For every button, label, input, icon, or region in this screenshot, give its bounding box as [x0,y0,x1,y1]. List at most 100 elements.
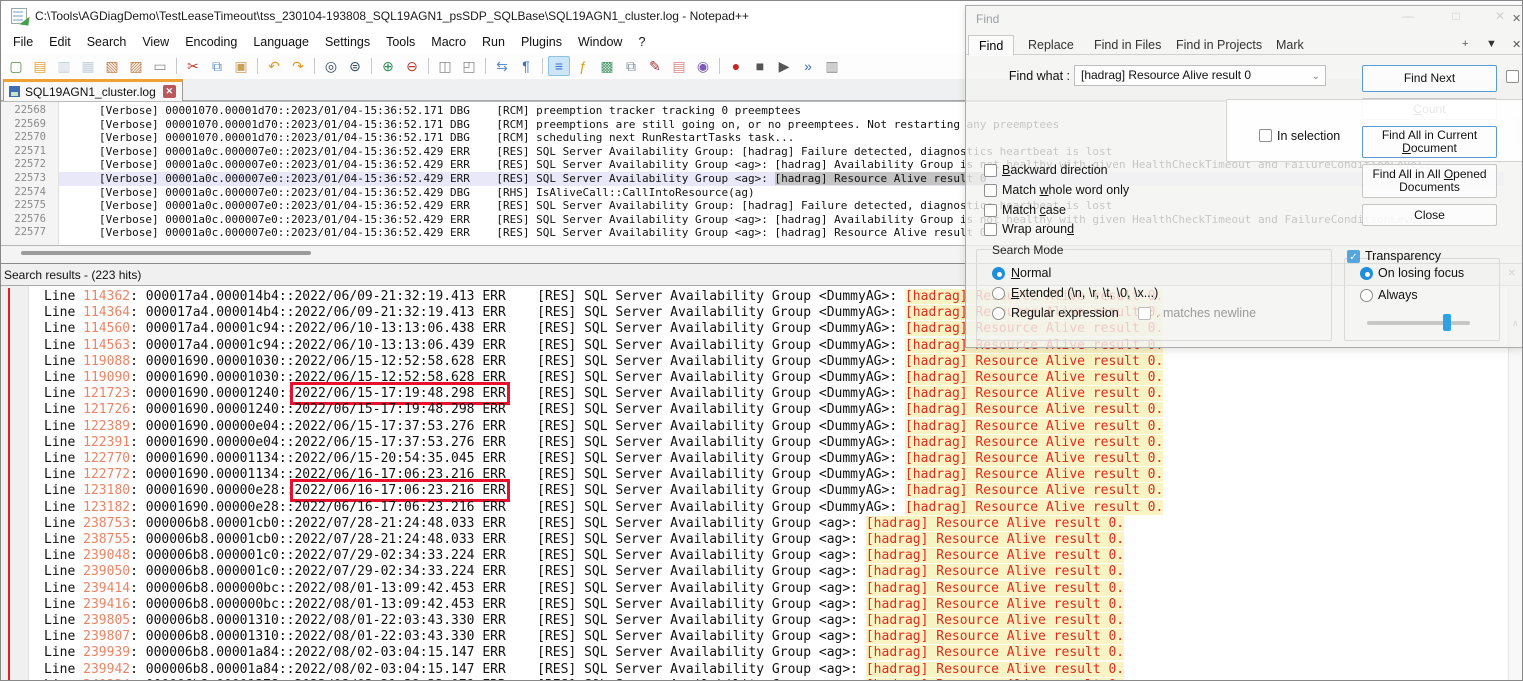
search-hit-line-239807[interactable]: Line 239807: 000006b8.00001310::2022/08/… [29,629,1507,645]
menu-language[interactable]: Language [245,33,317,51]
record-macro-icon[interactable]: ● [725,56,747,76]
search-hit-line-123180[interactable]: Line 123180: 00001690.00000e28::2022/06/… [29,479,1507,503]
run-macro-multiple-icon[interactable]: » [797,56,819,76]
transparency-slider[interactable] [1367,321,1470,325]
menu-settings[interactable]: Settings [317,33,378,51]
search-hit-line-239942[interactable]: Line 239942: 000006b8.00001a84::2022/08/… [29,661,1507,678]
menu-macro[interactable]: Macro [423,33,474,51]
search-hit-line-122770[interactable]: Line 122770: 00001690.00001134::2022/06/… [29,451,1507,467]
transparency-slider-thumb[interactable] [1443,314,1451,331]
search-hit-line-121726[interactable]: Line 121726: 00001690.00001240::2022/06/… [29,402,1507,418]
search-hit-line-239050[interactable]: Line 239050: 000006b8.000001c0::2022/07/… [29,564,1507,580]
replace-icon[interactable]: ⊜ [344,56,366,76]
show-symbols-icon[interactable]: ¶ [515,56,537,76]
in-selection-checkbox[interactable] [1259,129,1272,142]
function-list-icon[interactable]: ƒ [572,56,594,76]
search-mode-normal-radio[interactable] [992,267,1005,280]
view-eye-icon[interactable]: ◉ [692,56,714,76]
search-hit-line-239416[interactable]: Line 239416: 000006b8.000000bc::2022/08/… [29,596,1507,613]
match-case-checkbox[interactable] [984,204,997,217]
matches-newline-checkbox[interactable] [1138,307,1151,320]
word-wrap-icon[interactable]: ⇆ [491,56,513,76]
tab-find-in-projects[interactable]: Find in Projects [1166,35,1272,55]
redo-icon[interactable]: ↷ [287,56,309,76]
edit-pencil-icon[interactable]: ✎ [644,56,666,76]
paste-icon[interactable]: ▣ [230,56,252,76]
find-next-side-checkbox[interactable] [1506,70,1519,83]
stop-macro-icon[interactable]: ■ [749,56,771,76]
sync-vertical-icon[interactable]: ◫ [434,56,456,76]
menu-encoding[interactable]: Encoding [177,33,245,51]
hscroll-thumb[interactable] [21,251,311,255]
search-hit-line-119090[interactable]: Line 119090: 00001690.00001030::2022/06/… [29,370,1507,386]
search-hit-line-239939[interactable]: Line 239939: 000006b8.00001a84::2022/08/… [29,645,1507,661]
toolbar-separator [542,58,543,74]
play-macro-icon[interactable]: ▶ [773,56,795,76]
search-hit-line-123182[interactable]: Line 123182: 00001690.00000e28::2022/06/… [29,499,1507,516]
search-hit-line-239048[interactable]: Line 239048: 000006b8.000001c0::2022/07/… [29,548,1507,564]
close-dialog-button[interactable]: Close [1362,204,1497,226]
tab-close-icon[interactable]: ✕ [162,85,176,98]
indent-guide-icon[interactable]: ≡ [548,56,570,76]
find-icon[interactable]: ◎ [320,56,342,76]
copy-icon[interactable]: ⧉ [206,56,228,76]
search-mode-regex-radio[interactable] [992,307,1005,320]
zoom-in-icon[interactable]: ⊕ [377,56,399,76]
tab-find-in-files[interactable]: Find in Files [1084,35,1171,55]
search-hit-line-122772[interactable]: Line 122772: 00001690.00001134::2022/06/… [29,467,1507,483]
search-hit-line-239414[interactable]: Line 239414: 000006b8.000000bc::2022/08/… [29,580,1507,597]
find-all-current-button[interactable]: Find All in Current Document [1362,126,1497,158]
chevron-down-icon[interactable]: ⌄ [1312,67,1320,85]
document-map-icon[interactable]: ▩ [596,56,618,76]
search-hit-line-122389[interactable]: Line 122389: 00001690.00000e04::2022/06/… [29,418,1507,435]
menu-search[interactable]: Search [79,33,135,51]
document-list-icon[interactable]: ⧉ [620,56,642,76]
transparency-checkbox[interactable]: ✓ [1347,250,1360,263]
print-icon[interactable]: ▭ [149,56,171,76]
wrap-around-checkbox[interactable] [984,223,997,236]
dropdown-icon[interactable]: ▼ [1486,38,1497,50]
menu-file[interactable]: File [5,33,41,51]
match-whole-word-checkbox[interactable] [984,184,997,197]
menu-run[interactable]: Run [474,33,513,51]
open-folder-icon[interactable]: ▤ [29,56,51,76]
find-dialog-close-icon[interactable]: ✕ [1512,12,1521,25]
search-hit-line-238755[interactable]: Line 238755: 000006b8.00001cb0::2022/07/… [29,532,1507,548]
on-losing-focus-radio[interactable] [1360,267,1373,280]
tab-mark[interactable]: Mark [1266,35,1314,55]
find-all-opened-button[interactable]: Find All in All Opened Documents [1362,164,1497,198]
menu-plugins[interactable]: Plugins [513,33,570,51]
search-hit-line-239805[interactable]: Line 239805: 000006b8.00001310::2022/08/… [29,613,1507,629]
menu-[interactable]: ? [630,33,653,51]
tabrow-close-icon[interactable]: ✕ [1512,38,1521,51]
tab-sql19agn1-cluster-log[interactable]: SQL19AGN1_cluster.log ✕ [3,79,183,101]
find-next-button[interactable]: Find Next [1362,65,1497,92]
save-all-icon[interactable]: ▦ [77,56,99,76]
new-file-icon[interactable]: ▢ [5,56,27,76]
menu-edit[interactable]: Edit [41,33,79,51]
sync-horizontal-icon[interactable]: ◰ [458,56,480,76]
close-all-icon[interactable]: ▨ [125,56,147,76]
close-doc-icon[interactable]: ▧ [101,56,123,76]
find-what-combobox[interactable]: [hadrag] Resource Alive result 0 ⌄ [1074,65,1326,86]
project-folder-icon[interactable]: ▤ [668,56,690,76]
cut-icon[interactable]: ✂ [182,56,204,76]
macro-save-icon[interactable]: ▥ [821,56,843,76]
search-mode-extended-radio[interactable] [992,287,1005,300]
tab-find[interactable]: Find [968,35,1015,56]
zoom-out-icon[interactable]: ⊖ [401,56,423,76]
menu-view[interactable]: View [134,33,177,51]
search-hit-line-119088[interactable]: Line 119088: 00001690.00001030::2022/06/… [29,353,1507,370]
search-hit-line-122391[interactable]: Line 122391: 00001690.00000e04::2022/06/… [29,434,1507,451]
match-text: [hadrag] Resource Alive result 0. [904,499,1164,515]
always-radio[interactable] [1360,289,1373,302]
menu-tools[interactable]: Tools [378,33,423,51]
save-icon[interactable]: ▥ [53,56,75,76]
add-tab-icon[interactable]: + [1462,38,1468,50]
menu-window[interactable]: Window [570,33,630,51]
tab-replace[interactable]: Replace [1018,35,1084,55]
backward-direction-checkbox[interactable] [984,164,997,177]
search-hit-line-121723[interactable]: Line 121723: 00001690.00001240::2022/06/… [29,382,1507,406]
undo-icon[interactable]: ↶ [263,56,285,76]
search-hit-line-238753[interactable]: Line 238753: 000006b8.00001cb0::2022/07/… [29,515,1507,532]
